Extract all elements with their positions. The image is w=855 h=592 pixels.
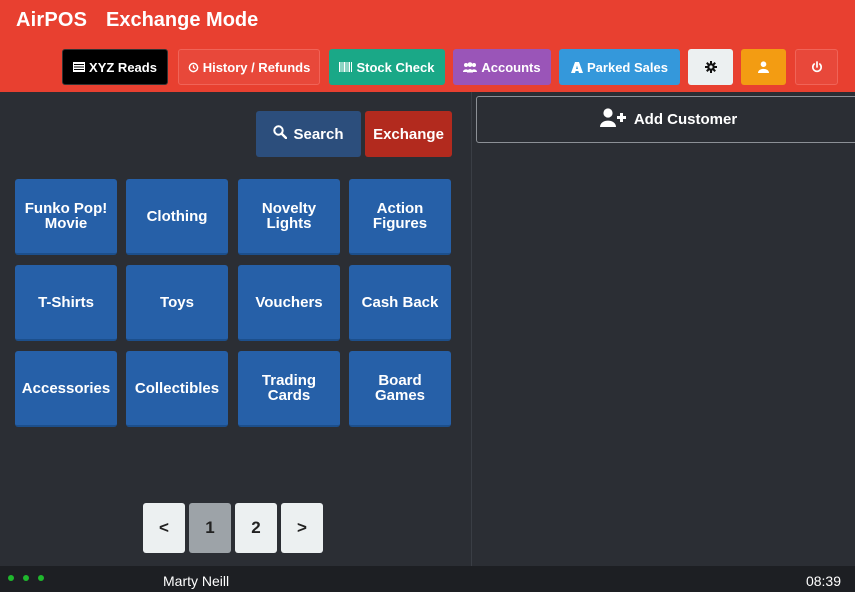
page-2-button[interactable]: 2 [235,503,277,553]
category-tile[interactable]: Trading Cards [238,351,340,427]
status-dot [8,575,14,581]
list-icon [73,62,86,72]
stock-check-label: Stock Check [356,59,435,75]
search-button[interactable]: Search [256,111,361,157]
category-tile[interactable]: Collectibles [126,351,228,427]
status-dot [23,575,29,581]
clock: 08:39 [805,573,841,589]
search-label: Search [293,125,344,143]
connection-status-indicator [8,575,44,581]
parking-icon [571,61,584,73]
category-tile[interactable]: T-Shirts [15,265,117,341]
xyz-reads-label: XYZ Reads [89,59,157,75]
parked-sales-button[interactable]: Parked Sales [559,49,680,85]
exchange-button[interactable]: Exchange [365,111,452,157]
category-tile[interactable]: Cash Back [349,265,451,341]
history-refunds-button[interactable]: History / Refunds [178,49,320,85]
category-tile[interactable]: Vouchers [238,265,340,341]
category-tile[interactable]: Board Games [349,351,451,427]
barcode-icon [339,62,353,72]
top-bar: AirPOS Exchange Mode XYZ Reads History /… [0,0,855,92]
app-brand: AirPOS [16,9,88,31]
next-page-button[interactable]: > [281,503,323,553]
search-icon [273,125,288,143]
parked-sales-label: Parked Sales [587,59,668,75]
status-bar: Marty Neill 08:39 [0,566,855,592]
stock-check-button[interactable]: Stock Check [329,49,445,85]
xyz-reads-button[interactable]: XYZ Reads [62,49,168,85]
category-tile[interactable]: Clothing [126,179,228,255]
users-icon [463,61,478,73]
add-customer-label: Add Customer [633,111,738,128]
profile-button[interactable] [741,49,786,85]
prev-page-button[interactable]: < [143,503,185,553]
category-tile[interactable]: Toys [126,265,228,341]
settings-button[interactable] [688,49,733,85]
power-icon [811,61,823,73]
category-tile[interactable]: Novelty Lights [238,179,340,255]
user-plus-icon [599,107,626,132]
category-tile[interactable]: Accessories [15,351,117,427]
status-dot [38,575,44,581]
add-customer-button[interactable]: Add Customer [476,96,855,143]
history-icon [188,62,199,73]
category-tile[interactable]: Action Figures [349,179,451,255]
gear-icon [704,61,717,73]
category-tile[interactable]: Funko Pop! Movie [15,179,117,255]
current-user-name: Marty Neill [163,573,230,589]
history-refunds-label: History / Refunds [202,59,311,75]
cart-panel [471,92,855,566]
mode-title: Exchange Mode [106,9,259,31]
accounts-label: Accounts [481,59,541,75]
logout-button[interactable] [795,49,838,85]
page-1-button[interactable]: 1 [189,503,231,553]
user-icon [758,61,769,73]
accounts-button[interactable]: Accounts [453,49,551,85]
